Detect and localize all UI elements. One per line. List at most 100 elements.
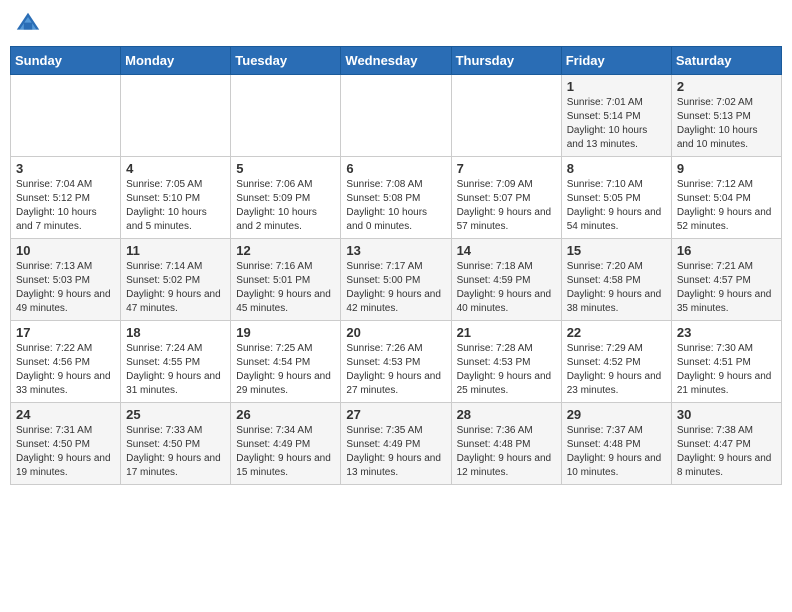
weekday-header-sunday: Sunday: [11, 47, 121, 75]
calendar-cell: [11, 75, 121, 157]
day-info: Sunrise: 7:12 AM Sunset: 5:04 PM Dayligh…: [677, 178, 776, 234]
weekday-header-saturday: Saturday: [671, 47, 781, 75]
weekday-header-monday: Monday: [121, 47, 231, 75]
day-number: 2: [677, 79, 776, 94]
calendar-cell: 18 Sunrise: 7:24 AM Sunset: 4:55 PM Dayli…: [121, 321, 231, 403]
calendar-cell: 2Sunrise: 7:02 AM Sunset: 5:13 PM Daylig…: [671, 75, 781, 157]
day-number: 30: [677, 407, 776, 422]
day-info: Sunrise: 7:36 AM Sunset: 4:48 PM Dayligh…: [457, 424, 556, 480]
day-number: 14: [457, 243, 556, 258]
calendar-cell: 27Sunrise: 7:35 AM Sunset: 4:49 PM Dayli…: [341, 403, 451, 485]
day-number: 27: [346, 407, 445, 422]
day-info: Sunrise: 7:06 AM Sunset: 5:09 PM Dayligh…: [236, 178, 335, 234]
calendar-cell: 4 Sunrise: 7:05 AM Sunset: 5:10 PM Daylig…: [121, 157, 231, 239]
day-info: Sunrise: 7:13 AM Sunset: 5:03 PM Dayligh…: [16, 260, 115, 316]
day-number: 6: [346, 161, 445, 176]
calendar-week-4: 17 Sunrise: 7:22 AM Sunset: 4:56 PM Dayli…: [11, 321, 782, 403]
calendar-cell: 17 Sunrise: 7:22 AM Sunset: 4:56 PM Dayli…: [11, 321, 121, 403]
day-info: Sunrise: 7:17 AM Sunset: 5:00 PM Dayligh…: [346, 260, 445, 316]
day-info: Sunrise: 7:09 AM Sunset: 5:07 PM Dayligh…: [457, 178, 556, 234]
day-number: 8: [567, 161, 666, 176]
day-info: Sunrise: 7:24 AM Sunset: 4:55 PM Dayligh…: [126, 342, 225, 398]
calendar-cell: 23Sunrise: 7:30 AM Sunset: 4:51 PM Dayli…: [671, 321, 781, 403]
calendar-cell: 19Sunrise: 7:25 AM Sunset: 4:54 PM Dayli…: [231, 321, 341, 403]
day-number: 28: [457, 407, 556, 422]
calendar-cell: 1 Sunrise: 7:01 AM Sunset: 5:14 PM Daylig…: [561, 75, 671, 157]
calendar-cell: 9 Sunrise: 7:12 AM Sunset: 5:04 PM Daylig…: [671, 157, 781, 239]
calendar-cell: 8 Sunrise: 7:10 AM Sunset: 5:05 PM Daylig…: [561, 157, 671, 239]
calendar-cell: 13 Sunrise: 7:17 AM Sunset: 5:00 PM Dayli…: [341, 239, 451, 321]
weekday-header-row: SundayMondayTuesdayWednesdayThursdayFrid…: [11, 47, 782, 75]
day-number: 5: [236, 161, 335, 176]
day-number: 11: [126, 243, 225, 258]
day-info: Sunrise: 7:38 AM Sunset: 4:47 PM Dayligh…: [677, 424, 776, 480]
day-number: 20: [346, 325, 445, 340]
day-info: Sunrise: 7:01 AM Sunset: 5:14 PM Dayligh…: [567, 96, 666, 152]
calendar-cell: 20 Sunrise: 7:26 AM Sunset: 4:53 PM Dayli…: [341, 321, 451, 403]
day-number: 17: [16, 325, 115, 340]
weekday-header-tuesday: Tuesday: [231, 47, 341, 75]
calendar-cell: 3 Sunrise: 7:04 AM Sunset: 5:12 PM Daylig…: [11, 157, 121, 239]
day-number: 9: [677, 161, 776, 176]
calendar-week-3: 10 Sunrise: 7:13 AM Sunset: 5:03 PM Dayli…: [11, 239, 782, 321]
calendar-cell: 29 Sunrise: 7:37 AM Sunset: 4:48 PM Dayli…: [561, 403, 671, 485]
day-info: Sunrise: 7:16 AM Sunset: 5:01 PM Dayligh…: [236, 260, 335, 316]
day-number: 10: [16, 243, 115, 258]
calendar-week-5: 24 Sunrise: 7:31 AM Sunset: 4:50 PM Dayli…: [11, 403, 782, 485]
calendar-cell: 28 Sunrise: 7:36 AM Sunset: 4:48 PM Dayli…: [451, 403, 561, 485]
calendar-cell: 14 Sunrise: 7:18 AM Sunset: 4:59 PM Dayli…: [451, 239, 561, 321]
day-number: 22: [567, 325, 666, 340]
calendar-cell: [121, 75, 231, 157]
calendar-cell: 30 Sunrise: 7:38 AM Sunset: 4:47 PM Dayli…: [671, 403, 781, 485]
day-info: Sunrise: 7:05 AM Sunset: 5:10 PM Dayligh…: [126, 178, 225, 234]
day-number: 21: [457, 325, 556, 340]
calendar-cell: [231, 75, 341, 157]
calendar-table: SundayMondayTuesdayWednesdayThursdayFrid…: [10, 46, 782, 485]
day-info: Sunrise: 7:26 AM Sunset: 4:53 PM Dayligh…: [346, 342, 445, 398]
calendar-cell: [341, 75, 451, 157]
day-info: Sunrise: 7:37 AM Sunset: 4:48 PM Dayligh…: [567, 424, 666, 480]
day-number: 24: [16, 407, 115, 422]
day-number: 15: [567, 243, 666, 258]
day-info: Sunrise: 7:21 AM Sunset: 4:57 PM Dayligh…: [677, 260, 776, 316]
day-info: Sunrise: 7:08 AM Sunset: 5:08 PM Dayligh…: [346, 178, 445, 234]
day-number: 18: [126, 325, 225, 340]
calendar-cell: 26 Sunrise: 7:34 AM Sunset: 4:49 PM Dayli…: [231, 403, 341, 485]
weekday-header-wednesday: Wednesday: [341, 47, 451, 75]
day-number: 25: [126, 407, 225, 422]
day-number: 16: [677, 243, 776, 258]
day-info: Sunrise: 7:25 AM Sunset: 4:54 PM Dayligh…: [236, 342, 335, 398]
calendar-week-1: 1 Sunrise: 7:01 AM Sunset: 5:14 PM Daylig…: [11, 75, 782, 157]
day-info: Sunrise: 7:20 AM Sunset: 4:58 PM Dayligh…: [567, 260, 666, 316]
day-number: 4: [126, 161, 225, 176]
calendar-cell: 7Sunrise: 7:09 AM Sunset: 5:07 PM Daylig…: [451, 157, 561, 239]
calendar-cell: 12 Sunrise: 7:16 AM Sunset: 5:01 PM Dayli…: [231, 239, 341, 321]
calendar-cell: 10 Sunrise: 7:13 AM Sunset: 5:03 PM Dayli…: [11, 239, 121, 321]
calendar-cell: 16 Sunrise: 7:21 AM Sunset: 4:57 PM Dayli…: [671, 239, 781, 321]
day-number: 3: [16, 161, 115, 176]
calendar-cell: [451, 75, 561, 157]
day-info: Sunrise: 7:31 AM Sunset: 4:50 PM Dayligh…: [16, 424, 115, 480]
weekday-header-thursday: Thursday: [451, 47, 561, 75]
day-number: 26: [236, 407, 335, 422]
calendar-week-2: 3 Sunrise: 7:04 AM Sunset: 5:12 PM Daylig…: [11, 157, 782, 239]
day-info: Sunrise: 7:30 AM Sunset: 4:51 PM Dayligh…: [677, 342, 776, 398]
calendar-cell: 24 Sunrise: 7:31 AM Sunset: 4:50 PM Dayli…: [11, 403, 121, 485]
day-info: Sunrise: 7:33 AM Sunset: 4:50 PM Dayligh…: [126, 424, 225, 480]
day-number: 12: [236, 243, 335, 258]
calendar-cell: 25 Sunrise: 7:33 AM Sunset: 4:50 PM Dayli…: [121, 403, 231, 485]
day-info: Sunrise: 7:28 AM Sunset: 4:53 PM Dayligh…: [457, 342, 556, 398]
day-info: Sunrise: 7:34 AM Sunset: 4:49 PM Dayligh…: [236, 424, 335, 480]
weekday-header-friday: Friday: [561, 47, 671, 75]
day-number: 29: [567, 407, 666, 422]
day-info: Sunrise: 7:04 AM Sunset: 5:12 PM Dayligh…: [16, 178, 115, 234]
day-info: Sunrise: 7:10 AM Sunset: 5:05 PM Dayligh…: [567, 178, 666, 234]
day-number: 13: [346, 243, 445, 258]
day-info: Sunrise: 7:29 AM Sunset: 4:52 PM Dayligh…: [567, 342, 666, 398]
day-info: Sunrise: 7:14 AM Sunset: 5:02 PM Dayligh…: [126, 260, 225, 316]
day-number: 1: [567, 79, 666, 94]
calendar-cell: 11 Sunrise: 7:14 AM Sunset: 5:02 PM Dayli…: [121, 239, 231, 321]
logo: [14, 10, 46, 38]
day-info: Sunrise: 7:22 AM Sunset: 4:56 PM Dayligh…: [16, 342, 115, 398]
day-info: Sunrise: 7:18 AM Sunset: 4:59 PM Dayligh…: [457, 260, 556, 316]
